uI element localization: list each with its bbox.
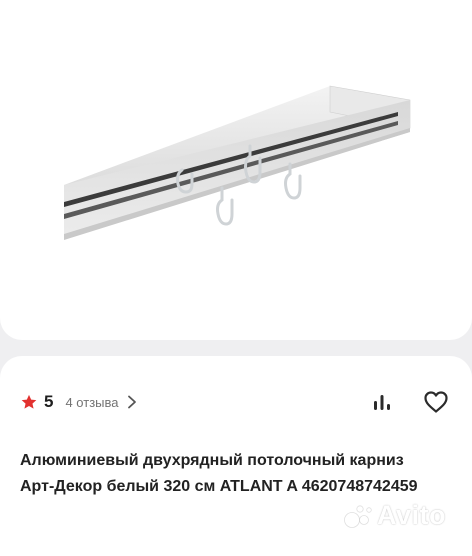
heart-icon xyxy=(424,391,448,413)
product-image xyxy=(64,85,411,240)
reviews-count: 4 отзыва xyxy=(65,394,119,410)
product-title: Алюминиевый двухрядный потолочный карниз… xyxy=(20,452,418,495)
star-icon xyxy=(21,394,37,409)
rating-row: 5 4 отзыва xyxy=(20,386,137,418)
rating-value: 5 xyxy=(44,392,54,411)
avito-watermark: Avito xyxy=(343,500,446,531)
avito-logo-icon xyxy=(344,504,372,528)
product-image-card[interactable] xyxy=(0,0,472,340)
statistics-button[interactable] xyxy=(366,386,398,418)
reviews-link[interactable]: 4 отзыва xyxy=(65,395,136,410)
favorite-button[interactable] xyxy=(420,386,452,418)
chevron-right-icon xyxy=(127,395,136,409)
product-actions xyxy=(366,386,452,418)
bar-chart-icon xyxy=(374,395,390,410)
avito-watermark-text: Avito xyxy=(377,500,446,530)
